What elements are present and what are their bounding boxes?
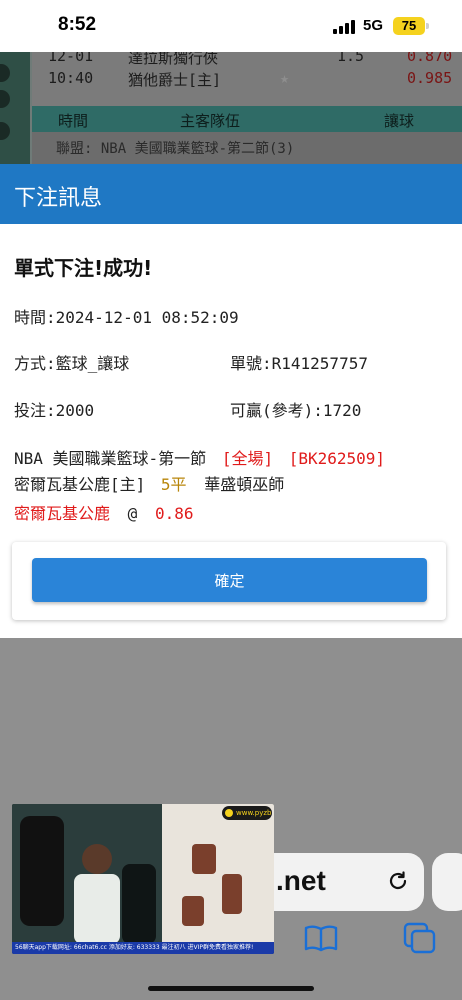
network-label: 5G <box>363 17 384 34</box>
video-scene-right <box>162 804 274 944</box>
tabs-icon[interactable] <box>403 922 437 954</box>
cellular-signal-icon <box>333 20 357 34</box>
video-scene-left <box>12 804 162 944</box>
video-pip[interactable]: www.pyzb 56聊天app下载网址: 66chat6.cc 添加好友: 6… <box>12 804 274 954</box>
battery-icon: 75 <box>393 17 425 35</box>
success-message: 單式下注!成功! <box>14 256 153 280</box>
status-time: 8:52 <box>58 14 97 35</box>
background-odds-table: 12-01 達拉斯獨行俠 1.5 0.870 10:40 猶他爵士[主] ★ 0… <box>32 52 462 164</box>
confirm-card: 確定 <box>12 542 446 620</box>
pick-team: 密爾瓦基公鹿 <box>14 504 111 523</box>
bet-method: 方式:籃球_讓球 <box>14 354 130 373</box>
period-tag: [全場] <box>221 449 274 468</box>
next-tab-pill[interactable] <box>432 853 462 911</box>
background-league-row: 聯盟: NBA 美國職業籃球-第二節(3) <box>32 132 462 164</box>
league-line: NBA 美國職業籃球-第一節 [全場] [BK262509] <box>14 445 385 469</box>
home-indicator[interactable] <box>148 986 314 991</box>
away-team: 華盛頓巫師 <box>204 475 285 494</box>
confirm-button[interactable]: 確定 <box>32 558 427 602</box>
potential-win: 可贏(參考):1720 <box>230 401 362 420</box>
battery-cap <box>426 23 429 29</box>
background-page: 12-01 達拉斯獨行俠 1.5 0.870 10:40 猶他爵士[主] ★ 0… <box>0 52 462 164</box>
status-bar: 8:52 5G 75 <box>0 0 462 52</box>
background-table-header: 時間 主客隊伍 讓球 <box>32 106 462 132</box>
spread-value: 5平 <box>160 475 187 494</box>
home-team: 密爾瓦基公鹿[主] <box>14 475 146 494</box>
at-sign: @ <box>127 504 138 523</box>
background-side-strip <box>0 52 30 164</box>
background-row: 10:40 猶他爵士[主] ★ 0.985 <box>48 69 453 89</box>
stake-amount: 投注:2000 <box>14 401 95 420</box>
reload-icon[interactable] <box>386 869 410 893</box>
bet-time: 時間:2024-12-01 08:52:09 <box>14 308 239 327</box>
star-icon: ★ <box>280 69 290 87</box>
bet-receipt: 單式下注!成功! 時間:2024-12-01 08:52:09 方式:籃球_讓球… <box>0 224 462 638</box>
modal-header: 下注訊息 <box>0 164 462 224</box>
stream-logo: www.pyzb <box>222 806 272 820</box>
bookmarks-icon[interactable] <box>304 924 338 952</box>
pick-line: 密爾瓦基公鹿 @ 0.86 <box>14 500 193 524</box>
league-name: NBA 美國職業籃球-第一節 <box>14 449 207 468</box>
order-number: 單號:R141257757 <box>230 354 368 373</box>
bet-code: [BK262509] <box>288 449 386 468</box>
pick-odds: 0.86 <box>154 504 194 523</box>
stream-ticker: 56聊天app下载网址: 66chat6.cc 添加好友: 633333 最注初… <box>12 942 274 954</box>
matchup-line: 密爾瓦基公鹿[主] 5平 華盛頓巫師 <box>14 471 284 495</box>
url-text: .net <box>276 865 326 896</box>
modal-title: 下注訊息 <box>14 186 103 211</box>
